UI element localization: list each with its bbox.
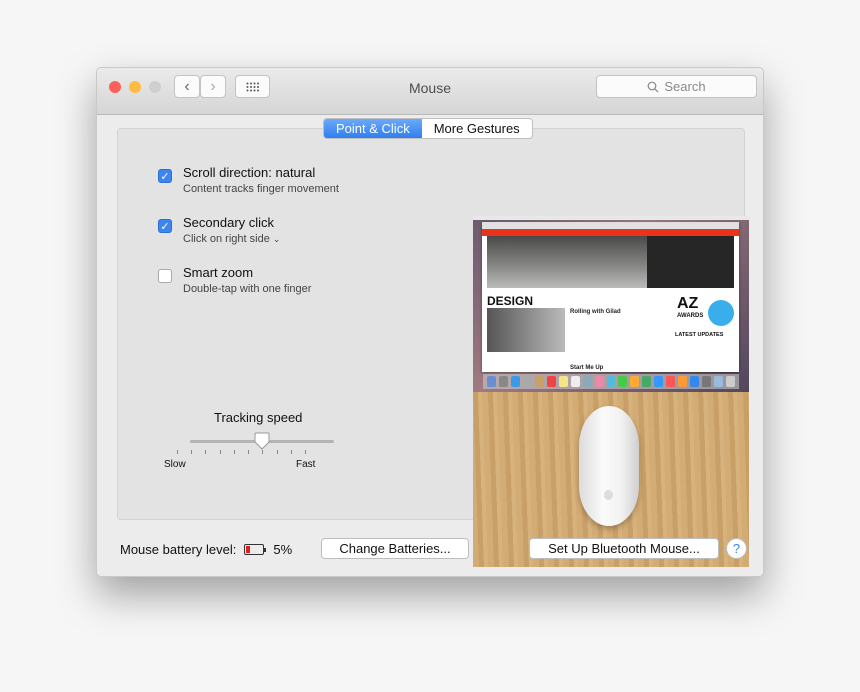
option-subtitle: Double-tap with one finger (183, 283, 312, 295)
tracking-speed-label: Tracking speed (214, 410, 303, 425)
magic-mouse (579, 406, 639, 526)
slider-tick (276, 450, 278, 454)
preview-sidebar-heading: LATEST UPDATES (675, 332, 724, 338)
settings-panel: ✓ Scroll direction: natural Content trac… (117, 128, 749, 567)
battery-label: Mouse battery level: (120, 542, 237, 557)
change-batteries-button[interactable]: Change Batteries... (321, 538, 469, 559)
checkmark-icon: ✓ (160, 220, 170, 233)
title-bar: ‹ › Mouse Search (97, 68, 763, 115)
preview-logo-az: AZ (677, 295, 699, 312)
checkbox-smart-zoom[interactable] (158, 269, 172, 283)
slider-tick (233, 450, 235, 454)
slider-tick (219, 450, 221, 454)
search-field[interactable]: Search (596, 75, 757, 98)
battery-value: 5% (273, 542, 293, 557)
checkmark-icon: ✓ (160, 170, 170, 183)
slider-tick (205, 450, 207, 454)
apple-logo-icon (604, 490, 613, 500)
slider-thumb[interactable] (254, 432, 270, 450)
chevron-down-icon: ⌄ (272, 234, 281, 244)
tab-bar: Point & Click More Gestures (323, 118, 533, 139)
slider-tick (262, 450, 264, 454)
option-title: Scroll direction: natural (183, 165, 316, 180)
slider-tick (191, 450, 193, 454)
help-icon: ? (732, 541, 741, 556)
tab-more-gestures[interactable]: More Gestures (422, 119, 532, 138)
slider-tick (305, 450, 306, 454)
slider-min-label: Slow (164, 459, 186, 470)
slider-tick (248, 450, 250, 454)
checkbox-scroll-direction[interactable]: ✓ (158, 169, 172, 183)
secondary-click-dropdown[interactable]: Click on right side ⌄ (183, 233, 280, 245)
search-placeholder: Search (664, 79, 706, 94)
preview-article-2: Start Me Up (570, 365, 604, 371)
battery-icon (244, 544, 267, 555)
preferences-window: ‹ › Mouse Search ✓ Scroll direction: nat… (96, 67, 764, 577)
option-title: Secondary click (183, 215, 275, 230)
checkbox-secondary-click[interactable]: ✓ (158, 219, 172, 233)
battery-status: Mouse battery level: 5% (120, 542, 292, 557)
help-button[interactable]: ? (726, 538, 747, 559)
search-icon (647, 81, 659, 92)
slider-tick (290, 450, 292, 454)
option-title: Smart zoom (183, 265, 254, 280)
preview-logo-awards: AWARDS (677, 313, 704, 319)
preview-heading: DESIGN (487, 294, 534, 308)
option-subtitle: Click on right side (183, 233, 270, 245)
preview-article-1: Rolling with Gilad (570, 309, 621, 315)
option-subtitle: Content tracks finger movement (183, 183, 339, 195)
tab-point-and-click[interactable]: Point & Click (324, 119, 422, 138)
setup-bluetooth-mouse-button[interactable]: Set Up Bluetooth Mouse... (529, 538, 719, 559)
slider-max-label: Fast (296, 459, 316, 470)
slider-tick (177, 450, 178, 454)
preview-screen: DESIGN Rolling with Gilad Start Me Up AZ… (473, 216, 749, 392)
mouse-preview-image: DESIGN Rolling with Gilad Start Me Up AZ… (473, 216, 749, 567)
